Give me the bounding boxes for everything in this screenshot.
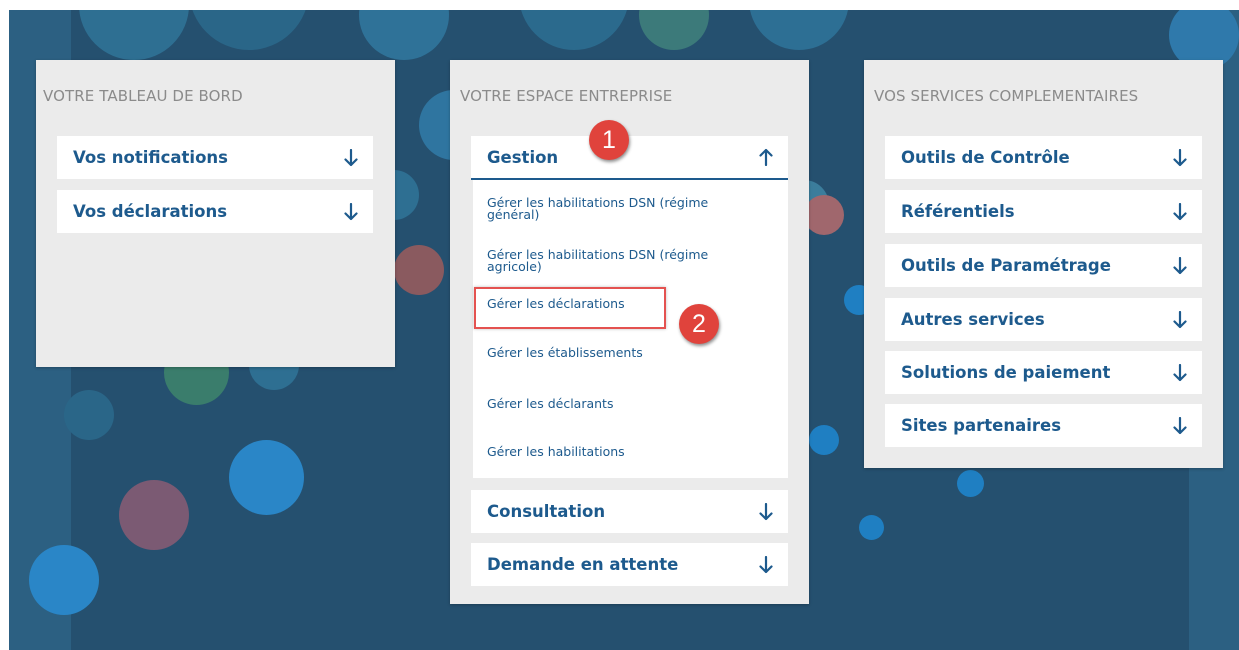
bg-bubble [189,10,309,50]
bg-bubble [29,545,99,615]
services-panel-title: VOS SERVICES COMPLEMENTAIRES [874,87,1139,105]
bg-bubble [809,425,839,455]
bg-bubble [639,10,709,50]
services-item-referentiels[interactable]: Référentiels [885,190,1202,233]
gestion-submenu: Gérer les habilitations DSN (régime géné… [473,180,788,478]
dashboard-panel-title: VOTRE TABLEAU DE BORD [43,87,243,105]
services-item-controle[interactable]: Outils de Contrôle [885,136,1202,179]
link-habilitations-dsn-general[interactable]: Gérer les habilitations DSN (régime géné… [487,196,747,221]
arrow-down-icon [344,202,358,220]
link-habilitations-dsn-agricole[interactable]: Gérer les habilitations DSN (régime agri… [487,248,747,273]
declarations-link-highlight [474,287,666,329]
bg-bubble [859,515,884,540]
arrow-down-icon [1173,148,1187,166]
pending-request-label: Demande en attente [487,555,679,574]
arrow-down-icon [1173,416,1187,434]
services-item-autres[interactable]: Autres services [885,298,1202,341]
arrow-up-icon [759,148,773,166]
services-item-label: Référentiels [901,202,1015,221]
bg-bubble [519,10,629,50]
declarations-item[interactable]: Vos déclarations [57,190,373,233]
services-item-partenaires[interactable]: Sites partenaires [885,404,1202,447]
bg-bubble [119,480,189,550]
link-gerer-declarants[interactable]: Gérer les déclarants [487,397,757,410]
arrow-down-icon [1173,202,1187,220]
bg-bubble [64,390,114,440]
bg-bubble [79,10,189,60]
arrow-down-icon [1173,310,1187,328]
services-item-paiement[interactable]: Solutions de paiement [885,351,1202,394]
services-item-label: Outils de Paramétrage [901,256,1111,275]
declarations-label: Vos déclarations [73,202,228,221]
arrow-down-icon [1173,363,1187,381]
bg-bubble [359,10,449,60]
dashboard-panel: VOTRE TABLEAU DE BORD Vos notifications … [36,60,395,367]
step-2-badge: 2 [679,304,719,344]
consultation-label: Consultation [487,502,606,521]
arrow-down-icon [1173,256,1187,274]
services-item-label: Sites partenaires [901,416,1062,435]
services-item-parametrage[interactable]: Outils de Paramétrage [885,244,1202,287]
services-panel: VOS SERVICES COMPLEMENTAIRES Outils de C… [864,60,1223,468]
link-gerer-etablissements[interactable]: Gérer les établissements [487,346,757,359]
enterprise-panel: VOTRE ESPACE ENTREPRISE Gestion Gérer le… [450,60,809,604]
gestion-item[interactable]: Gestion [471,136,788,180]
pending-request-item[interactable]: Demande en attente [471,543,788,586]
notifications-item[interactable]: Vos notifications [57,136,373,179]
gestion-label: Gestion [487,147,559,167]
bg-bubble [749,10,849,50]
link-gerer-habilitations[interactable]: Gérer les habilitations [487,445,757,458]
notifications-label: Vos notifications [73,148,228,167]
bg-bubble [804,195,844,235]
arrow-down-icon [759,555,773,573]
consultation-item[interactable]: Consultation [471,490,788,533]
enterprise-panel-title: VOTRE ESPACE ENTREPRISE [460,87,673,105]
bg-bubble [957,470,984,497]
step-1-badge: 1 [589,120,629,160]
bg-bubble [394,245,444,295]
services-item-label: Outils de Contrôle [901,148,1070,167]
arrow-down-icon [344,148,358,166]
services-item-label: Solutions de paiement [901,363,1111,382]
services-item-label: Autres services [901,310,1045,329]
arrow-down-icon [759,502,773,520]
bg-bubble [229,440,304,515]
